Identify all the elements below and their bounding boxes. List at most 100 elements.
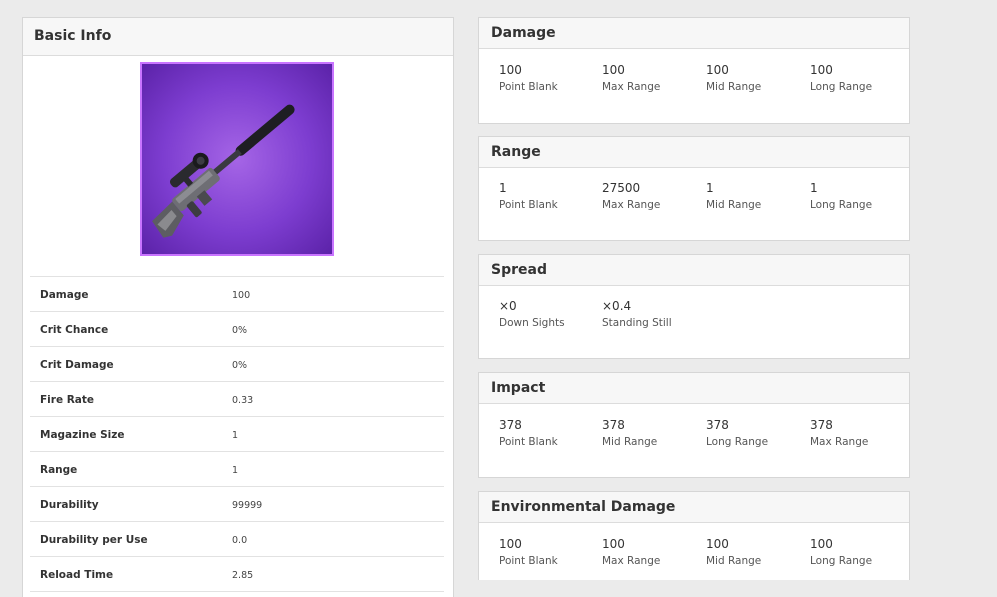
cell-value: 100: [706, 63, 729, 77]
stat-row-durability-per-use: Durability per Use 0.0: [30, 522, 444, 557]
stat-value: 100: [232, 290, 251, 301]
stat-label: Magazine Size: [40, 429, 125, 441]
damage-cell-long-range: 100 Long Range: [810, 63, 910, 93]
basic-info-panel: Basic Info Damage 100 Crit Chance 0% Cri…: [22, 17, 454, 597]
stat-label: Durability per Use: [40, 534, 148, 546]
environmental-damage-cell-mid-range: 100 Mid Range: [706, 537, 806, 567]
cell-value: 378: [602, 418, 625, 432]
stat-label: Reload Time: [40, 569, 114, 581]
cell-label: Max Range: [810, 436, 869, 448]
stat-row-reload-time: Reload Time 2.85: [30, 557, 444, 592]
environmental-damage-panel: Environmental Damage 100 Point Blank 100…: [478, 491, 910, 580]
cell-value: 378: [810, 418, 833, 432]
basic-stats-table: Damage 100 Crit Chance 0% Crit Damage 0%…: [30, 276, 444, 592]
cell-label: Max Range: [602, 81, 661, 93]
impact-panel: Impact 378 Point Blank 378 Mid Range 378…: [478, 372, 910, 478]
environmental-damage-cell-long-range: 100 Long Range: [810, 537, 910, 567]
cell-label: Long Range: [810, 199, 873, 211]
range-cell-long-range: 1 Long Range: [810, 181, 910, 211]
stat-value: 0%: [232, 325, 248, 336]
stat-label: Crit Damage: [40, 359, 114, 371]
cell-value: 378: [706, 418, 729, 432]
stat-value: 0.33: [232, 395, 254, 406]
cell-label: Max Range: [602, 199, 661, 211]
basic-info-title: Basic Info: [23, 18, 453, 56]
cell-value: 100: [810, 537, 833, 551]
stat-row-crit-damage: Crit Damage 0%: [30, 347, 444, 382]
cell-label: Point Blank: [499, 555, 558, 567]
stat-label: Crit Chance: [40, 324, 109, 336]
cell-label: Point Blank: [499, 199, 558, 211]
range-cells: 1 Point Blank 27500 Max Range 1 Mid Rang…: [479, 168, 909, 242]
range-panel: Range 1 Point Blank 27500 Max Range 1 Mi…: [478, 136, 910, 241]
cell-value: ×0.4: [602, 299, 632, 313]
cell-value: 100: [499, 63, 522, 77]
impact-cells: 378 Point Blank 378 Mid Range 378 Long R…: [479, 404, 909, 478]
damage-cells: 100 Point Blank 100 Max Range 100 Mid Ra…: [479, 49, 909, 123]
cell-value: 100: [499, 537, 522, 551]
stat-row-damage: Damage 100: [30, 277, 444, 312]
impact-cell-mid-range: 378 Mid Range: [602, 418, 702, 448]
cell-label: Max Range: [602, 555, 661, 567]
cell-label: Standing Still: [602, 317, 672, 329]
damage-cell-point-blank: 100 Point Blank: [499, 63, 599, 93]
spread-cell-down-sights: ×0 Down Sights: [499, 299, 599, 329]
cell-value: 100: [706, 537, 729, 551]
environmental-damage-cell-point-blank: 100 Point Blank: [499, 537, 599, 567]
cell-label: Long Range: [810, 81, 873, 93]
range-panel-title: Range: [479, 137, 909, 168]
stat-value: 99999: [232, 500, 263, 511]
impact-cell-point-blank: 378 Point Blank: [499, 418, 599, 448]
stat-row-durability: Durability 99999: [30, 487, 444, 522]
sniper-rifle-icon: [152, 104, 295, 238]
range-cell-max-range: 27500 Max Range: [602, 181, 702, 211]
impact-panel-title: Impact: [479, 373, 909, 404]
cell-value: ×0: [499, 299, 517, 313]
cell-value: 1: [706, 181, 714, 195]
cell-value: 1: [810, 181, 818, 195]
stat-value: 2.85: [232, 570, 254, 581]
cell-value: 100: [810, 63, 833, 77]
spread-panel: Spread ×0 Down Sights ×0.4 Standing Stil…: [478, 254, 910, 359]
cell-label: Mid Range: [706, 555, 762, 567]
stat-row-range: Range 1: [30, 452, 444, 487]
cell-label: Point Blank: [499, 81, 558, 93]
cell-label: Mid Range: [706, 199, 762, 211]
cell-label: Mid Range: [706, 81, 762, 93]
cell-label: Point Blank: [499, 436, 558, 448]
stat-label: Range: [40, 464, 78, 476]
stat-label: Durability: [40, 499, 99, 511]
spread-cells: ×0 Down Sights ×0.4 Standing Still: [479, 286, 909, 360]
environmental-damage-cell-max-range: 100 Max Range: [602, 537, 702, 567]
cell-label: Long Range: [706, 436, 769, 448]
cell-value: 378: [499, 418, 522, 432]
damage-panel-title: Damage: [479, 18, 909, 49]
range-cell-point-blank: 1 Point Blank: [499, 181, 599, 211]
range-cell-mid-range: 1 Mid Range: [706, 181, 806, 211]
stat-row-fire-rate: Fire Rate 0.33: [30, 382, 444, 417]
cell-label: Long Range: [810, 555, 873, 567]
environmental-damage-cells: 100 Point Blank 100 Max Range 100 Mid Ra…: [479, 523, 909, 597]
cell-label: Down Sights: [499, 317, 565, 329]
stat-row-crit-chance: Crit Chance 0%: [30, 312, 444, 347]
environmental-damage-panel-title: Environmental Damage: [479, 492, 909, 523]
cell-label: Mid Range: [602, 436, 658, 448]
damage-cell-max-range: 100 Max Range: [602, 63, 702, 93]
cell-value: 27500: [602, 181, 641, 195]
stat-label: Damage: [40, 289, 89, 301]
cell-value: 100: [602, 63, 625, 77]
cell-value: 1: [499, 181, 507, 195]
spread-panel-title: Spread: [479, 255, 909, 286]
damage-cell-mid-range: 100 Mid Range: [706, 63, 806, 93]
weapon-image: [140, 62, 334, 256]
cell-value: 100: [602, 537, 625, 551]
stat-row-magazine-size: Magazine Size 1: [30, 417, 444, 452]
spread-cell-standing-still: ×0.4 Standing Still: [602, 299, 702, 329]
stat-value: 0.0: [232, 535, 248, 546]
stat-value: 0%: [232, 360, 248, 371]
impact-cell-long-range: 378 Long Range: [706, 418, 806, 448]
stat-value: 1: [232, 465, 239, 476]
stat-label: Fire Rate: [40, 394, 95, 406]
damage-panel: Damage 100 Point Blank 100 Max Range 100…: [478, 17, 910, 124]
impact-cell-max-range: 378 Max Range: [810, 418, 910, 448]
